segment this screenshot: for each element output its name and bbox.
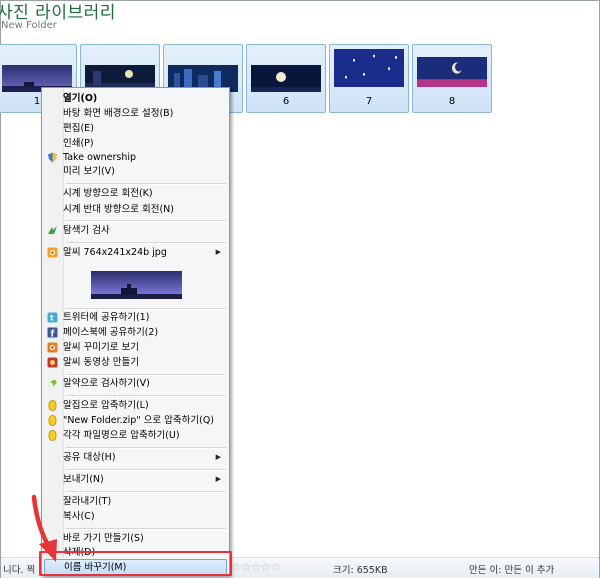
menu-item-alsee-decorate[interactable]: 알씨 꾸미기로 보기 [44,340,227,355]
menu-item-send-to[interactable]: 보내기(N) ▶ [44,472,227,487]
alyac-icon [48,379,57,388]
alzip-icon [48,400,57,411]
menu-item-copy[interactable]: 복사(C) [44,509,227,524]
menu-item-explorer-check[interactable]: 탐색기 검사 [44,223,227,238]
thumbnail-7[interactable]: 7 [329,44,409,113]
status-left-text: 니다. 찍 [3,565,36,576]
menu-item-alzip-each-file[interactable]: 각각 파일명으로 압축하기(U) [44,428,227,443]
star-icon[interactable]: ☆ [251,560,262,574]
svg-text:f: f [51,330,55,339]
menu-item-edit[interactable]: 편집(E) [44,121,227,136]
explorer-window: 사진 라이브러리 New Folder 1 6 7 8 니다. 찍 ☆☆☆☆☆ … [0,0,600,578]
menu-item-share-with[interactable]: 공유 대상(H) ▶ [44,450,227,465]
thumbnail-image [334,49,404,87]
alsee-video-icon [47,357,58,368]
status-creator[interactable]: 만든 이: 만든 이 추가 [469,562,554,576]
menu-item-set-wallpaper[interactable]: 바탕 화면 배경으로 설정(B) [44,106,227,121]
library-header: 사진 라이브러리 New Folder [0,1,599,37]
thumbnail-image [251,65,321,92]
menu-item-alsee-video[interactable]: 알씨 동영상 만들기 [44,355,227,370]
menu-separator [66,395,226,397]
menu-item-alzip-to-folder-zip[interactable]: "New Folder.zip" 으로 압축하기(Q) [44,413,227,428]
menu-separator [66,528,226,530]
alsee-icon [47,247,58,258]
library-folder-name: New Folder [1,20,57,31]
menu-separator [66,242,226,244]
submenu-arrow-icon: ▶ [215,475,221,483]
status-size: 크기: 655KB [333,565,388,576]
submenu-arrow-icon: ▶ [215,248,221,256]
thumbnail-number: 8 [448,96,456,107]
thumbnail-6[interactable]: 6 [246,44,326,113]
menu-item-open[interactable]: 열기(O) [44,91,227,106]
star-icon[interactable]: ☆ [260,560,271,574]
thumbnail-number: 7 [365,96,373,107]
facebook-icon: f [47,327,58,338]
rating-stars[interactable]: ☆☆☆☆☆ [231,560,281,574]
alzip-icon [48,430,57,441]
star-icon[interactable]: ☆ [241,560,252,574]
explorer-check-icon [48,226,57,234]
menu-separator [66,447,226,449]
menu-separator [66,469,226,471]
alzip-icon [48,415,57,426]
star-icon[interactable]: ☆ [231,560,242,574]
menu-item-print[interactable]: 인쇄(P) [44,136,227,151]
menu-item-preview[interactable]: 미리 보기(V) [44,164,227,179]
menu-item-share-twitter[interactable]: t 트위터에 공유하기(1) [44,310,227,325]
shield-icon [48,152,57,163]
thumbnail-number: 6 [282,96,290,107]
thumbnail-image [417,57,487,87]
menu-separator [66,183,226,185]
thumbnail-8[interactable]: 8 [412,44,492,113]
menu-item-alzip-compress[interactable]: 알집으로 압축하기(L) [44,398,227,413]
alsee-decorate-icon [47,342,58,353]
menu-item-rotate-ccw[interactable]: 시계 반대 방향으로 회전(N) [44,202,227,217]
menu-item-share-facebook[interactable]: f 페이스북에 공유하기(2) [44,325,227,340]
image-preview [91,271,182,299]
svg-text:t: t [50,314,54,323]
context-menu: 열기(O) 바탕 화면 배경으로 설정(B) 편집(E) 인쇄(P) Take … [41,87,230,576]
menu-separator [66,220,226,222]
highlight-box [39,551,232,576]
menu-separator [66,491,226,493]
menu-item-take-ownership[interactable]: Take ownership [44,150,227,165]
submenu-arrow-icon: ▶ [215,453,221,461]
menu-item-cut[interactable]: 잘라내기(T) [44,494,227,509]
twitter-icon: t [47,312,58,323]
menu-item-alyac-scan[interactable]: 알약으로 검사하기(V) [44,376,227,391]
star-icon[interactable]: ☆ [270,560,281,574]
menu-item-alsee-info[interactable]: 알씨 764x241x24b jpg ▶ [44,245,227,260]
menu-item-rotate-cw[interactable]: 시계 방향으로 회전(K) [44,186,227,201]
menu-item-create-shortcut[interactable]: 바로 가기 만들기(S) [44,531,227,546]
